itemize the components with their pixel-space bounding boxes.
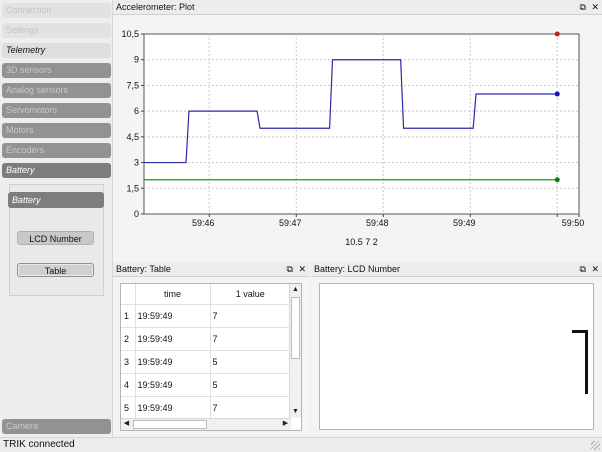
status-bar: TRIK connected [0,437,602,452]
lcd-panel: Battery: LCD Number ⧉ ✕ [311,262,602,434]
y-tick-label: 10,5 [121,29,139,39]
sidebar-item-connection[interactable]: Connection [2,3,111,18]
sidebar-item-battery[interactable]: Battery [2,163,111,178]
cell-value[interactable]: 7 [210,327,291,351]
y-tick-label: 1,5 [126,183,139,193]
cell-value[interactable]: 7 [210,304,291,328]
close-icon[interactable]: ✕ [298,264,306,274]
cell-time[interactable]: 19:59:49 [135,373,211,397]
status-text: TRIK connected [3,439,75,450]
x-tick-label: 59:48 [366,218,389,228]
lcd-display [319,283,594,430]
plot-bottom-label: 10.5 7 2 [345,237,378,247]
plot-panel: Accelerometer: Plot ⧉ ✕ 0 1,5 3 4,5 6 7,5 9 10,… [113,0,602,262]
float-icon[interactable]: ⧉ [580,264,586,274]
battery-table[interactable]: time 1 value 1 19:59:49 7 2 19:59:49 7 3… [120,283,302,431]
series-end-marker [554,177,560,183]
cell-value[interactable]: 7 [210,396,291,420]
y-tick-label: 0 [134,209,139,219]
y-tick-label: 3 [134,158,139,168]
table-titlebar[interactable]: Battery: Table ⧉ ✕ [113,262,309,277]
lcd-titlebar[interactable]: Battery: LCD Number ⧉ ✕ [311,262,602,277]
table-row[interactable]: 3 19:59:49 5 [121,350,291,374]
battery-subitem[interactable]: Battery [8,192,104,208]
series-end-marker [554,91,560,97]
cell-value[interactable]: 5 [210,373,291,397]
row-number: 4 [121,373,136,397]
table-row[interactable]: 5 19:59:49 7 [121,396,291,420]
cell-time[interactable]: 19:59:49 [135,396,211,420]
cell-time[interactable]: 19:59:49 [135,350,211,374]
series-end-marker [554,31,560,37]
lcd-number-button[interactable]: LCD Number [17,231,94,245]
accelerometer-chart: 0 1,5 3 4,5 6 7,5 9 10,5 59:46 59:47 59:48 59:49 59:… [121,29,585,247]
row-number: 1 [121,304,136,328]
x-tick-label: 59:46 [192,218,215,228]
plot-titlebar[interactable]: Accelerometer: Plot ⧉ ✕ [113,0,602,15]
table-title: Battery: Table [116,264,171,274]
row-number: 3 [121,350,136,374]
close-icon[interactable]: ✕ [591,2,599,12]
table-row[interactable]: 4 19:59:49 5 [121,373,291,397]
cell-time[interactable]: 19:59:49 [135,327,211,351]
sidebar-item-analog-sensors[interactable]: Analog sensors [2,83,111,98]
sidebar-item-motors[interactable]: Motors [2,123,111,138]
scroll-left-icon[interactable]: ◀ [121,419,132,429]
x-tick-label: 59:50 [562,218,585,228]
sidebar-item-servomotors[interactable]: Servomotors [2,103,111,118]
y-tick-label: 7,5 [126,80,139,90]
horizontal-scroll-thumb[interactable] [133,420,207,429]
horizontal-scrollbar[interactable]: ◀ ▶ [121,418,291,430]
scroll-up-icon[interactable]: ▲ [290,285,301,295]
sidebar-item-telemetry[interactable]: Telemetry [2,43,111,58]
row-number: 2 [121,327,136,351]
resize-grip-icon[interactable] [591,441,600,450]
float-icon[interactable]: ⧉ [287,264,293,274]
sidebar-item-3d-sensors[interactable]: 3D sensors [2,63,111,78]
lcd-segment-b [585,330,588,362]
sidebar-item-camera[interactable]: Camera [2,419,111,434]
table-row[interactable]: 1 19:59:49 7 [121,304,291,328]
column-header-value[interactable]: 1 value [210,284,291,305]
cell-time[interactable]: 19:59:49 [135,304,211,328]
lcd-digit [572,330,588,394]
vertical-scrollbar[interactable]: ▲ ▼ [289,284,301,418]
table-row[interactable]: 2 19:59:49 7 [121,327,291,351]
sidebar: Connection Settings Telemetry 3D sensors… [0,0,113,437]
row-number: 5 [121,396,136,420]
sidebar-item-encoders[interactable]: Encoders [2,143,111,158]
plot-title: Accelerometer: Plot [116,2,195,12]
x-tick-label: 59:47 [279,218,302,228]
scroll-down-icon[interactable]: ▼ [290,407,301,417]
x-tick-label: 59:49 [453,218,476,228]
float-icon[interactable]: ⧉ [580,2,586,12]
row-number-header [121,284,136,305]
y-tick-label: 4,5 [126,132,139,142]
vertical-scroll-thumb[interactable] [291,297,300,359]
table-panel: Battery: Table ⧉ ✕ time 1 value 1 19:59:… [113,262,309,434]
sidebar-item-settings[interactable]: Settings [2,23,111,38]
scroll-right-icon[interactable]: ▶ [280,419,291,429]
y-tick-label: 9 [134,55,139,65]
close-icon[interactable]: ✕ [591,264,599,274]
lcd-segment-c [585,362,588,394]
table-button[interactable]: Table [17,263,94,277]
lcd-title: Battery: LCD Number [314,264,401,274]
y-tick-label: 6 [134,106,139,116]
column-header-time[interactable]: time [135,284,211,305]
cell-value[interactable]: 5 [210,350,291,374]
